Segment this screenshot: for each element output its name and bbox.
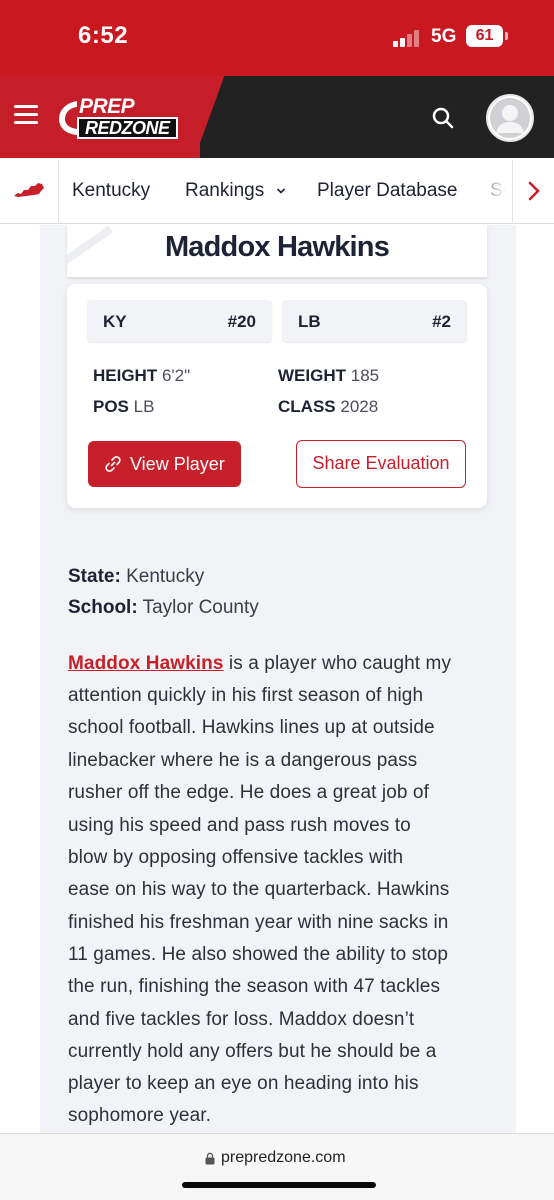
school-label: School:	[68, 597, 138, 618]
article-line: and five tackles for loss. Maddox doesn’…	[68, 1009, 415, 1030]
site-logo[interactable]: PREP REDZONE	[57, 95, 181, 141]
article-line: school football. Hawkins lines up at out…	[68, 717, 435, 738]
height-label: HEIGHT	[93, 366, 158, 385]
weight-value: 185	[350, 366, 380, 385]
nav-fade	[470, 160, 512, 222]
nav-scroll-right-button[interactable]	[512, 160, 554, 222]
school-line: School: Taylor County	[68, 597, 259, 619]
site-header: PREP REDZONE	[0, 76, 554, 158]
article-line: attention quickly in his first season of…	[68, 685, 424, 706]
view-player-button[interactable]: View Player	[88, 441, 241, 487]
state-line: State: Kentucky	[68, 566, 204, 588]
article-line: using his speed and pass rush moves to	[68, 815, 411, 836]
status-time: 6:52	[78, 22, 129, 49]
chevron-right-icon	[528, 181, 540, 201]
chevron-down-icon	[276, 188, 285, 194]
player-profile-link[interactable]: Maddox Hawkins	[68, 653, 224, 674]
kentucky-state-icon[interactable]	[12, 180, 46, 200]
user-icon	[490, 98, 530, 138]
lock-icon	[205, 1152, 215, 1165]
state-label: State:	[68, 566, 121, 587]
nav-item-kentucky[interactable]: Kentucky	[72, 180, 150, 202]
article-line: currently hold any offers but he should …	[68, 1041, 437, 1062]
battery-icon: 61	[466, 25, 503, 47]
weight-stat: WEIGHT 185	[278, 366, 379, 386]
logo-mark-icon	[59, 101, 77, 135]
state-rank-value: #20	[227, 312, 256, 331]
class-value: 2028	[340, 397, 379, 416]
article-line: rusher off the edge. He does a great job…	[68, 782, 429, 803]
weight-label: WEIGHT	[278, 366, 346, 385]
nav-item-rankings-label: Rankings	[185, 180, 265, 201]
article-line: sophomore year.	[68, 1105, 212, 1126]
avatar[interactable]	[486, 94, 534, 142]
url-text[interactable]: prepredzone.com	[221, 1149, 346, 1167]
article-line: ease on his way to the quarterback. Hawk…	[68, 879, 450, 900]
class-stat: CLASS 2028	[278, 397, 378, 417]
state-rank-badge: KY #20	[87, 300, 272, 342]
state-value: Kentucky	[126, 566, 205, 587]
share-evaluation-button[interactable]: Share Evaluation	[296, 440, 466, 488]
article-line: finished his freshman year with nine sac…	[68, 912, 449, 933]
logo-redzone-text: REDZONE	[77, 117, 178, 139]
height-stat: HEIGHT 6'2"	[93, 366, 190, 386]
article-text: is a player who caught my	[223, 653, 452, 674]
nav-item-rankings[interactable]: Rankings	[185, 180, 286, 202]
search-icon[interactable]	[431, 106, 455, 130]
school-value: Taylor County	[142, 597, 259, 618]
battery-tip	[505, 32, 508, 40]
article-line: the run, finishing the season with 47 ta…	[68, 976, 441, 997]
nav-item-player-database[interactable]: Player Database	[317, 180, 457, 202]
signal-icon	[393, 29, 421, 47]
link-icon	[105, 456, 121, 472]
player-name: Maddox Hawkins	[164, 231, 390, 263]
pos-stat: POS LB	[93, 397, 154, 417]
hamburger-menu-icon[interactable]	[14, 105, 38, 125]
article-line: Maddox Hawkins is a player who caught my	[68, 653, 451, 675]
logo-prep-text: PREP	[79, 95, 135, 118]
class-label: CLASS	[278, 397, 336, 416]
article-line: linebacker where he is a dangerous pass	[68, 750, 418, 771]
position-rank-value: #2	[432, 312, 451, 331]
article-line: player to keep an eye on heading into hi…	[68, 1073, 419, 1094]
position-rank-label: LB	[298, 312, 321, 331]
article-line: 11 games. He also showed the ability to …	[68, 944, 449, 965]
network-type: 5G	[431, 26, 457, 47]
height-value: 6'2"	[161, 366, 191, 385]
pos-label: POS	[93, 397, 129, 416]
subnav-divider	[58, 160, 59, 222]
pos-value: LB	[133, 397, 155, 416]
home-indicator[interactable]	[182, 1182, 376, 1188]
state-rank-label: KY	[103, 312, 127, 331]
status-bar: 6:52 5G 61	[0, 0, 554, 76]
article-line: blow by opposing offensive tackles with	[68, 847, 404, 868]
view-player-label: View Player	[130, 454, 225, 474]
position-rank-badge: LB #2	[282, 300, 467, 342]
